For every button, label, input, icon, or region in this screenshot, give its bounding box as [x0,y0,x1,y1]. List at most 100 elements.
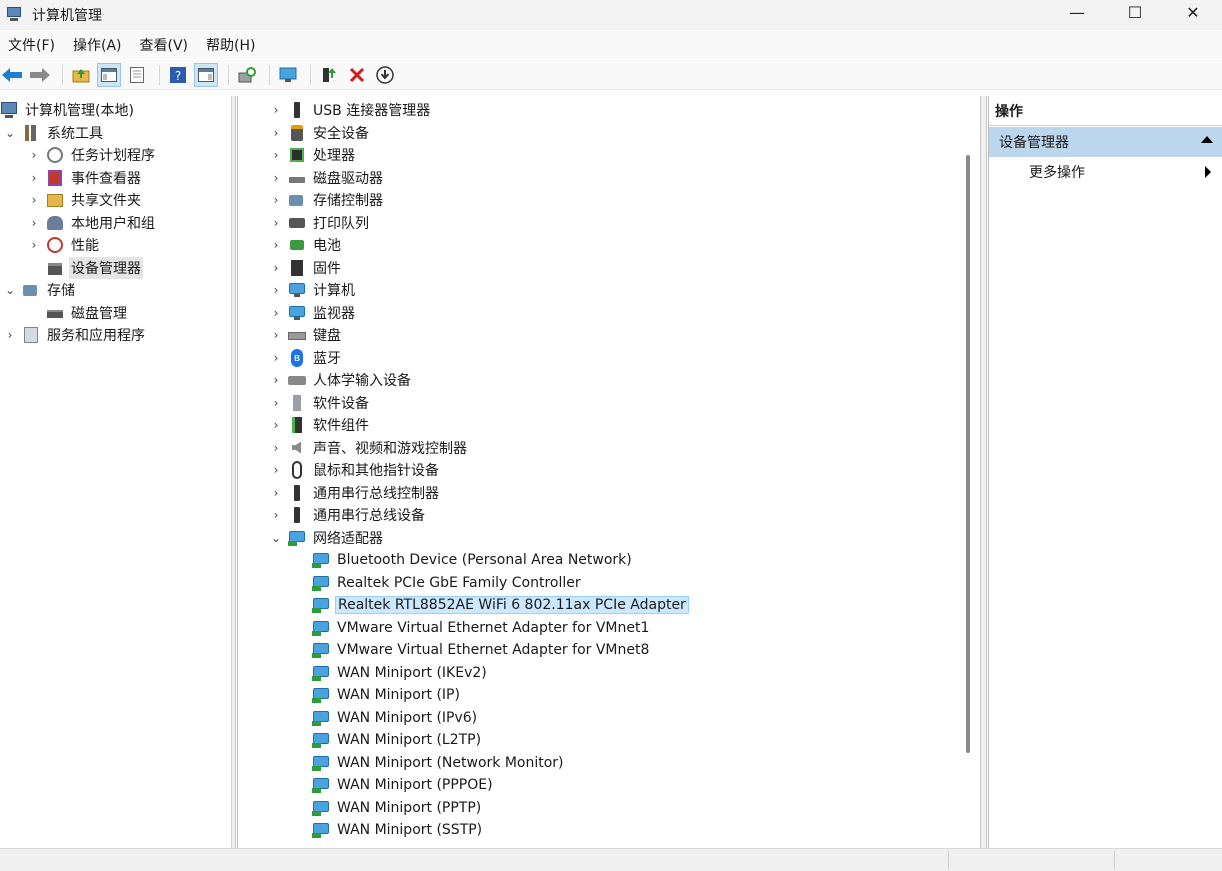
device-category-row[interactable]: › 人体学输入设备 [270,369,413,391]
device-category-row[interactable]: › 声音、视频和游戏控制器 [270,437,469,459]
menu-help[interactable]: 帮助(H) [198,35,263,55]
help-button[interactable]: ? [166,63,190,87]
chevron-right-icon[interactable]: › [28,238,40,252]
export-list-button[interactable] [125,63,149,87]
tree-node-event-viewer[interactable]: › 事件查看器 [28,167,143,189]
chevron-right-icon[interactable]: › [270,396,282,410]
device-category-row[interactable]: › ʙ 蓝牙 [270,347,343,369]
tree-node-disk-management[interactable]: 磁盘管理 [46,302,129,324]
network-adapter-row[interactable]: WAN Miniport (Network Monitor) [312,752,566,774]
tree-node-services-apps[interactable]: › 服务和应用程序 [4,324,147,346]
menu-file[interactable]: 文件(F) [0,35,63,55]
chevron-right-icon[interactable]: › [270,216,282,230]
tree-node-system-tools[interactable]: ⌄ 系统工具 [4,122,105,144]
network-adapter-row[interactable]: WAN Miniport (SSTP) [312,819,484,841]
properties-button[interactable] [276,63,300,87]
chevron-right-icon[interactable]: › [28,216,40,230]
chevron-right-icon[interactable]: › [270,441,282,455]
device-category-row[interactable]: › 通用串行总线设备 [270,504,427,526]
chevron-right-icon[interactable]: › [270,306,282,320]
chevron-right-icon[interactable]: › [28,148,40,162]
tree-node-task-scheduler[interactable]: › 任务计划程序 [28,144,157,166]
show-action-pane-button[interactable] [194,62,218,87]
network-adapter-row[interactable]: WAN Miniport (IKEv2) [312,662,489,684]
device-category-row[interactable]: › 安全设备 [270,122,371,144]
network-adapter-row[interactable]: WAN Miniport (IP) [312,684,462,706]
device-category-row[interactable]: › 磁盘驱动器 [270,167,385,189]
chevron-right-icon[interactable]: › [270,171,282,185]
disable-device-button[interactable] [373,63,397,87]
tree-node-computer-management[interactable]: 计算机管理(本地) [0,99,136,121]
minimize-button[interactable]: — [1048,0,1106,24]
chevron-right-icon[interactable]: › [270,508,282,522]
device-category-row[interactable]: › 固件 [270,257,343,279]
network-adapter-row[interactable]: WAN Miniport (IPv6) [312,707,479,729]
tree-node-performance[interactable]: › 性能 [28,234,101,256]
chevron-right-icon[interactable]: › [4,328,16,342]
update-driver-button[interactable] [317,63,341,87]
chevron-right-icon[interactable]: › [270,261,282,275]
collapse-up-icon[interactable] [1201,136,1213,143]
network-adapter-row[interactable]: WAN Miniport (L2TP) [312,729,483,751]
uninstall-device-button[interactable] [345,63,369,87]
chevron-right-icon[interactable]: › [270,193,282,207]
tree-node-shared-folders[interactable]: › 共享文件夹 [28,189,143,211]
network-adapter-row[interactable]: WAN Miniport (PPPOE) [312,774,495,796]
tree-node-storage[interactable]: ⌄ 存储 [4,279,77,301]
device-category-row[interactable]: › 计算机 [270,279,357,301]
tree-node-local-users[interactable]: › 本地用户和组 [28,212,157,234]
chevron-right-icon[interactable]: › [270,148,282,162]
chevron-right-icon[interactable]: › [28,171,40,185]
chevron-right-icon[interactable]: › [270,463,282,477]
menu-action[interactable]: 操作(A) [65,35,130,55]
device-category-row[interactable]: › 监视器 [270,302,357,324]
up-level-button[interactable] [69,63,93,87]
chevron-right-icon[interactable]: › [270,373,282,387]
network-adapter-row[interactable]: Realtek RTL8852AE WiFi 6 802.11ax PCIe A… [312,594,689,616]
console-tree-pane: 计算机管理(本地) ⌄ 系统工具 › 任务计划程序 › 事件查看器 › 共享文件… [0,96,232,848]
chevron-right-icon[interactable]: › [270,418,282,432]
device-category-row[interactable]: ⌄ 网络适配器 [270,527,385,549]
network-adapter-row[interactable]: VMware Virtual Ethernet Adapter for VMne… [312,617,651,639]
network-adapter-icon [312,551,330,569]
device-category-row[interactable]: › 软件设备 [270,392,371,414]
device-category-row[interactable]: › 处理器 [270,144,357,166]
chevron-right-icon[interactable]: › [270,126,282,140]
chevron-right-icon[interactable]: › [270,486,282,500]
chevron-right-icon[interactable]: › [270,328,282,342]
chevron-down-icon[interactable]: ⌄ [4,283,16,297]
chevron-right-icon[interactable]: › [270,238,282,252]
device-category-row[interactable]: › 电池 [270,234,343,256]
device-category-row[interactable]: › 存储控制器 [270,189,385,211]
back-button[interactable] [0,63,24,87]
device-category-row[interactable]: › 键盘 [270,324,343,346]
show-hide-tree-button[interactable] [97,62,121,87]
device-category-row[interactable]: › 软件组件 [270,414,371,436]
chevron-right-icon[interactable]: › [28,193,40,207]
tree-node-device-manager[interactable]: 设备管理器 [46,257,143,279]
vertical-scrollbar[interactable] [966,155,970,753]
chevron-down-icon[interactable]: ⌄ [4,126,16,140]
pane-splitter[interactable] [980,96,987,848]
more-actions-item[interactable]: 更多操作 [989,158,1222,186]
device-category-row[interactable]: › 打印队列 [270,212,371,234]
actions-section-device-manager[interactable]: 设备管理器 [989,127,1222,157]
help-icon: ? [170,66,186,83]
chevron-right-icon[interactable]: › [270,283,282,297]
network-adapter-row[interactable]: Bluetooth Device (Personal Area Network) [312,549,634,571]
maximize-button[interactable]: ☐ [1106,0,1164,24]
network-adapter-row[interactable]: Realtek PCIe GbE Family Controller [312,572,583,594]
chevron-right-icon[interactable]: › [270,103,282,117]
network-adapter-row[interactable]: VMware Virtual Ethernet Adapter for VMne… [312,639,651,661]
device-category-row[interactable]: › 鼠标和其他指针设备 [270,459,441,481]
scan-hardware-button[interactable] [235,63,259,87]
forward-button[interactable] [28,63,52,87]
close-button[interactable]: ✕ [1164,0,1222,24]
device-category-row[interactable]: › 通用串行总线控制器 [270,482,441,504]
network-adapter-row[interactable]: WAN Miniport (PPTP) [312,797,483,819]
device-category-row[interactable]: › USB 连接器管理器 [270,99,432,121]
chevron-right-icon[interactable]: › [270,351,282,365]
chevron-down-icon[interactable]: ⌄ [270,531,282,545]
menu-view[interactable]: 查看(V) [132,35,197,55]
pane-splitter[interactable] [232,96,236,848]
